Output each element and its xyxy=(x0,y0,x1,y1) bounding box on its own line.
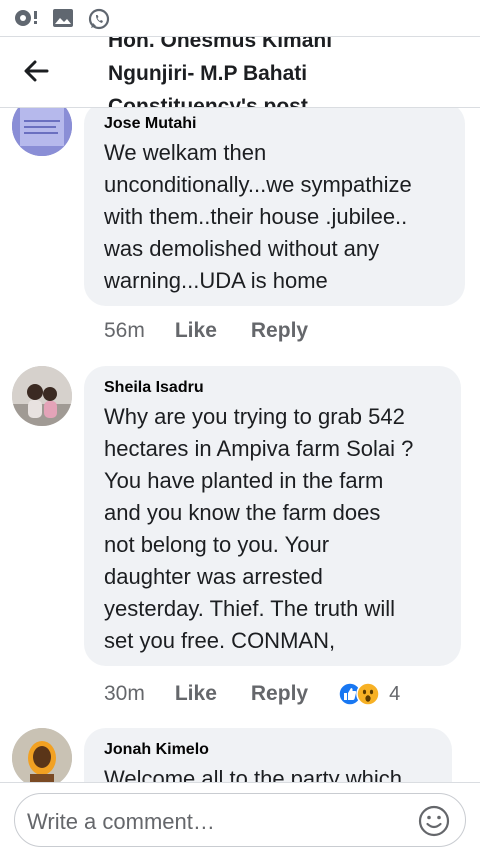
page-title-line: Hon. Onesmus Kimani xyxy=(108,36,333,52)
emoji-icon xyxy=(418,805,450,837)
page-title-line: Constituency's post xyxy=(108,95,308,108)
like-button[interactable]: Like xyxy=(175,682,217,706)
comment-text: Welcome all to the party which xyxy=(104,766,402,782)
back-button[interactable] xyxy=(18,55,54,87)
comment-bubble: Jonah Kimelo Welcome all to the party wh… xyxy=(84,728,452,782)
reaction-count: 4 xyxy=(389,682,401,705)
comment-timestamp: 56m xyxy=(104,319,145,342)
comments-list: Jose Mutahi We welkam then unconditional… xyxy=(0,108,480,782)
comment-text: Why are you trying to grab 542 hectares … xyxy=(104,404,414,653)
status-bar xyxy=(0,0,480,36)
back-arrow-icon xyxy=(24,60,49,82)
comment-bubble: Sheila Isadru Why are you trying to grab… xyxy=(84,366,461,666)
comment-input[interactable]: Write a comment… xyxy=(14,793,466,847)
notification-icon xyxy=(14,8,40,33)
page-title: Hon. Onesmus Kimani Ngunjiri- M.P Bahati… xyxy=(108,36,448,108)
avatar[interactable] xyxy=(12,366,72,426)
comment-actions: 56m Like Reply xyxy=(104,316,342,346)
comment-bubble: Jose Mutahi We welkam then unconditional… xyxy=(84,108,465,306)
reply-button[interactable]: Reply xyxy=(251,319,308,343)
comment-input-placeholder: Write a comment… xyxy=(27,809,215,834)
page-title-line: Ngunjiri- M.P Bahati xyxy=(108,62,308,85)
comment-author[interactable]: Sheila Isadru xyxy=(104,377,441,399)
avatar[interactable] xyxy=(12,728,72,782)
avatar[interactable] xyxy=(12,108,72,156)
reply-button[interactable]: Reply xyxy=(251,682,308,706)
whatsapp-icon xyxy=(88,8,110,35)
post-header: Hon. Onesmus Kimani Ngunjiri- M.P Bahati… xyxy=(0,36,480,108)
comment-composer: Write a comment… xyxy=(0,782,480,854)
gallery-icon xyxy=(52,8,74,33)
comment-author[interactable]: Jonah Kimelo xyxy=(104,739,432,761)
like-button[interactable]: Like xyxy=(175,319,217,343)
comment-author[interactable]: Jose Mutahi xyxy=(104,113,445,135)
comment-timestamp: 30m xyxy=(104,682,145,705)
wow-reaction-icon xyxy=(356,682,380,706)
emoji-button[interactable] xyxy=(417,804,451,838)
comment-text: We welkam then unconditionally...we symp… xyxy=(104,140,412,293)
reaction-summary[interactable]: 4 xyxy=(338,682,400,706)
comment-actions: 30m Like Reply 4 xyxy=(104,679,400,709)
